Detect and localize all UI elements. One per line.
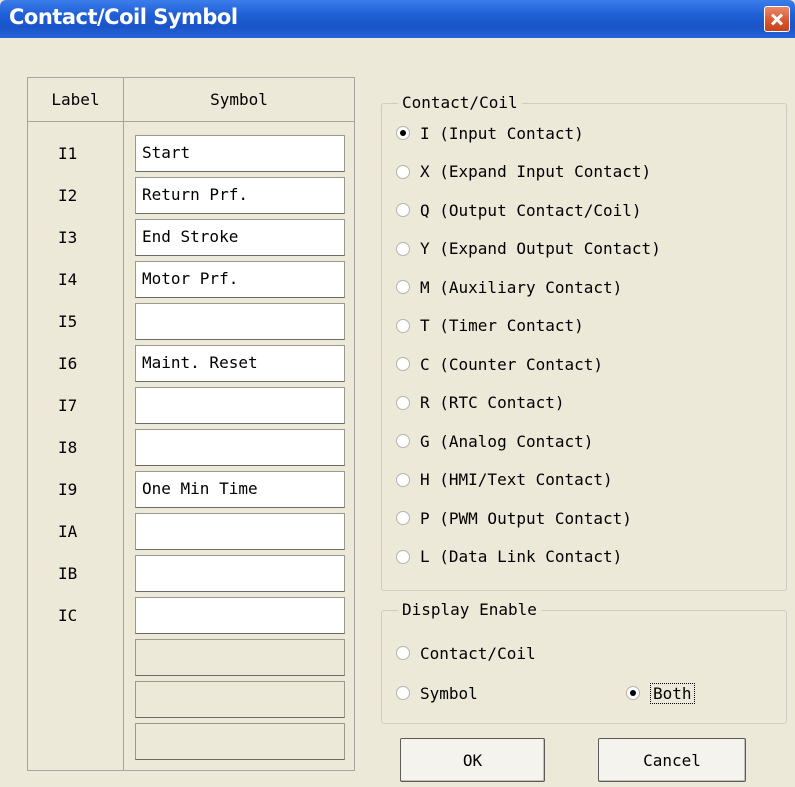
- radio-option-r[interactable]: R (RTC Contact): [396, 391, 565, 415]
- radio-option-p[interactable]: P (PWM Output Contact): [396, 506, 632, 530]
- radio-button-selected-icon[interactable]: [626, 686, 640, 700]
- symbol-field[interactable]: [135, 681, 345, 718]
- radio-label: I (Input Contact): [420, 123, 584, 143]
- radio-label: Y (Expand Output Contact): [420, 239, 661, 258]
- contact-coil-group: Contact/Coil I (Input Contact) X (Expand …: [381, 93, 787, 591]
- symbol-table: Label Symbol I1 Start I2 Return Prf. I3 End S…: [27, 77, 355, 771]
- symbol-field[interactable]: Start: [135, 135, 345, 172]
- radio-display-symbol[interactable]: Symbol: [396, 681, 478, 705]
- close-icon[interactable]: [764, 6, 790, 32]
- radio-button-icon[interactable]: [396, 472, 410, 487]
- radio-button-icon[interactable]: [396, 241, 410, 256]
- radio-button-icon[interactable]: [396, 511, 410, 525]
- row-label: I4: [58, 270, 78, 289]
- radio-option-g[interactable]: G (Analog Contact): [396, 429, 593, 453]
- symbol-field[interactable]: [135, 303, 345, 340]
- radio-label: G (Analog Contact): [420, 431, 594, 451]
- row-label: I1: [58, 144, 78, 163]
- symbol-field[interactable]: [135, 555, 345, 592]
- symbol-field[interactable]: Motor Prf.: [135, 261, 345, 298]
- radio-label: Both: [650, 682, 695, 704]
- row-label: I3: [58, 228, 78, 247]
- radio-option-q[interactable]: Q (Output Contact/Coil): [396, 198, 642, 222]
- row-label: I2: [58, 186, 78, 205]
- row-label: I6: [58, 354, 78, 373]
- row-label: IA: [58, 522, 78, 541]
- symbol-column-header: Symbol: [124, 78, 354, 122]
- row-label: I9: [58, 480, 78, 499]
- radio-label: P (PWM Output Contact): [420, 508, 632, 528]
- symbol-field[interactable]: Return Prf.: [135, 177, 345, 214]
- radio-label: L (Data Link Contact): [420, 547, 623, 566]
- radio-option-l[interactable]: L (Data Link Contact): [396, 545, 622, 569]
- symbol-field[interactable]: [135, 597, 345, 634]
- radio-label: M (Auxiliary Contact): [420, 277, 623, 297]
- radio-label: H (HMI/Text Contact): [420, 470, 613, 489]
- row-label: I7: [58, 396, 78, 415]
- radio-label: R (RTC Contact): [420, 393, 565, 412]
- radio-option-h[interactable]: H (HMI/Text Contact): [396, 468, 613, 492]
- display-enable-legend: Display Enable: [398, 600, 541, 619]
- radio-option-y[interactable]: Y (Expand Output Contact): [396, 237, 661, 261]
- symbol-field[interactable]: One Min Time: [135, 471, 345, 508]
- radio-button-icon[interactable]: [396, 357, 410, 371]
- radio-button-icon[interactable]: [396, 549, 410, 564]
- radio-label: T (Timer Contact): [420, 316, 584, 335]
- cancel-button[interactable]: Cancel: [598, 738, 746, 782]
- row-label: I8: [58, 438, 78, 457]
- radio-button-icon[interactable]: [396, 203, 410, 217]
- radio-option-x[interactable]: X (Expand Input Contact): [396, 160, 651, 184]
- radio-label: Symbol: [420, 683, 478, 703]
- column-divider: [123, 78, 124, 770]
- row-label: IB: [58, 564, 78, 583]
- display-enable-group: Display Enable Contact/Coil Symbol Both: [381, 600, 787, 724]
- radio-label: Q (Output Contact/Coil): [420, 200, 642, 220]
- radio-button-icon[interactable]: [396, 395, 410, 410]
- symbol-field[interactable]: Maint. Reset: [135, 345, 345, 382]
- symbol-field[interactable]: [135, 639, 345, 676]
- symbol-field[interactable]: End Stroke: [135, 219, 345, 256]
- row-label: I5: [58, 312, 78, 331]
- radio-button-icon[interactable]: [396, 280, 410, 294]
- radio-button-icon[interactable]: [396, 434, 410, 448]
- radio-label: C (Counter Contact): [420, 354, 604, 374]
- radio-option-i[interactable]: I (Input Contact): [396, 121, 584, 145]
- contact-coil-legend: Contact/Coil: [398, 93, 522, 112]
- symbol-field[interactable]: [135, 723, 345, 760]
- radio-button-icon[interactable]: [396, 126, 410, 140]
- symbol-field[interactable]: [135, 387, 345, 424]
- ok-button[interactable]: OK: [400, 738, 545, 782]
- dialog-window: Contact/Coil Symbol Label Symbol I1 Start…: [0, 0, 795, 787]
- symbol-field[interactable]: [135, 513, 345, 550]
- title-bar[interactable]: Contact/Coil Symbol: [0, 0, 795, 38]
- window-title: Contact/Coil Symbol: [9, 5, 238, 29]
- radio-button-icon[interactable]: [396, 318, 410, 333]
- symbol-field[interactable]: [135, 429, 345, 466]
- radio-display-contact-coil[interactable]: Contact/Coil: [396, 641, 536, 665]
- radio-button-icon[interactable]: [396, 686, 410, 700]
- radio-button-icon[interactable]: [396, 164, 410, 179]
- radio-option-c[interactable]: C (Counter Contact): [396, 352, 603, 376]
- radio-display-both[interactable]: Both: [626, 681, 695, 705]
- row-label: IC: [58, 606, 78, 625]
- label-column-header: Label: [28, 78, 123, 122]
- radio-button-icon[interactable]: [396, 646, 410, 660]
- radio-label: X (Expand Input Contact): [420, 162, 652, 181]
- radio-label: Contact/Coil: [420, 643, 536, 663]
- radio-option-m[interactable]: M (Auxiliary Contact): [396, 275, 622, 299]
- radio-option-t[interactable]: T (Timer Contact): [396, 314, 584, 338]
